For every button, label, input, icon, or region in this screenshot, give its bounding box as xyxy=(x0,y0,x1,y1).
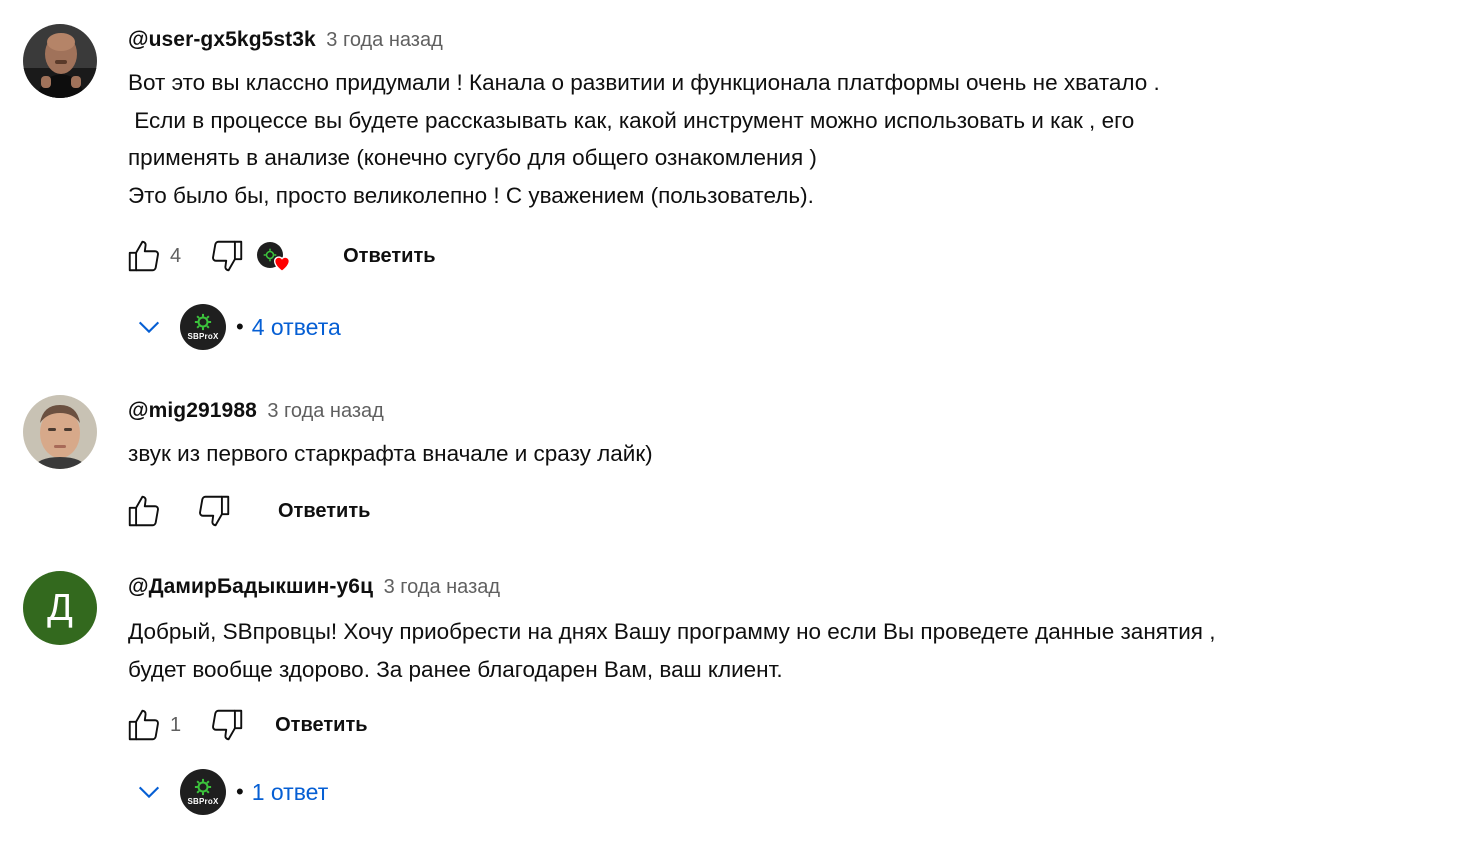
avatar[interactable] xyxy=(23,24,97,98)
comment-thread: Д @ДамирБадыкшин-у6ц 3 года назад Добрый… xyxy=(0,550,1464,844)
creator-avatar: SBProX xyxy=(180,304,226,350)
comment-actions: 1 Ответить xyxy=(124,705,368,745)
comment-author[interactable]: @ДамирБадыкшин-у6ц xyxy=(128,575,373,598)
replies-count[interactable]: 4 ответа xyxy=(252,314,341,341)
replies-count[interactable]: 1 ответ xyxy=(252,779,329,806)
comment-header: @user-gx5kg5st3k 3 года назад xyxy=(128,28,443,52)
view-replies-button[interactable]: SBProX • 1 ответ xyxy=(134,769,328,815)
comment-text-line: Добрый, SBпровцы! Хочу приобрести на дня… xyxy=(128,619,1216,644)
comment-author[interactable]: @user-gx5kg5st3k xyxy=(128,28,316,51)
comment-author[interactable]: @mig291988 xyxy=(128,399,257,422)
creator-avatar: SBProX xyxy=(180,769,226,815)
dislike-icon[interactable] xyxy=(194,491,234,531)
like-count: 1 xyxy=(170,713,182,736)
dislike-icon[interactable] xyxy=(207,236,247,276)
comment-timestamp[interactable]: 3 года назад xyxy=(326,29,442,51)
view-replies-button[interactable]: SBProX • 4 ответа xyxy=(134,304,341,350)
dislike-icon[interactable] xyxy=(207,705,247,745)
comment-text-line: Если в процессе вы будете рассказывать к… xyxy=(128,107,1135,133)
avatar[interactable]: Д xyxy=(23,571,97,645)
separator-dot: • xyxy=(236,779,244,804)
avatar[interactable] xyxy=(23,395,97,469)
comment-timestamp[interactable]: 3 года назад xyxy=(384,576,500,598)
creator-heart-icon xyxy=(257,238,293,274)
comment-text-line: будет вообще здорово. За ранее благодаре… xyxy=(128,656,783,682)
creator-label: SBProX xyxy=(187,797,219,806)
separator-dot: • xyxy=(236,314,244,339)
like-icon[interactable] xyxy=(124,705,164,745)
comment-header: @ДамирБадыкшин-у6ц 3 года назад xyxy=(128,575,500,599)
comment-header: @mig291988 3 года назад xyxy=(128,399,384,423)
comment-actions: 4 Ответить xyxy=(124,236,436,276)
creator-label: SBProX xyxy=(187,332,219,341)
reply-button[interactable]: Ответить xyxy=(275,714,367,737)
comment-text-line: Вот это вы классно придумали ! Канала о … xyxy=(128,70,1160,95)
comment-thread: @user-gx5kg5st3k 3 года назад Вот это вы… xyxy=(0,0,1464,380)
like-count: 4 xyxy=(170,244,182,267)
comment-text-line: Это было бы, просто великолепно ! С уваж… xyxy=(128,182,814,208)
comment-timestamp[interactable]: 3 года назад xyxy=(267,400,383,422)
avatar-letter: Д xyxy=(47,586,73,629)
chevron-down-icon xyxy=(134,777,164,807)
comment-text: звук из первого старкрафта вначале и сра… xyxy=(128,435,1428,473)
chevron-down-icon xyxy=(134,312,164,342)
comment-text: Вот это вы классно придумали ! Канала о … xyxy=(128,64,1428,214)
comment-thread: @mig291988 3 года назад звук из первого … xyxy=(0,380,1464,550)
reply-button[interactable]: Ответить xyxy=(278,500,370,523)
comment-actions: Ответить xyxy=(124,491,370,531)
comment-text-line: применять в анализе (конечно сугубо для … xyxy=(128,145,817,170)
like-icon[interactable] xyxy=(124,236,164,276)
like-icon[interactable] xyxy=(124,491,164,531)
comment-text-line: звук из первого старкрафта вначале и сра… xyxy=(128,441,653,466)
comment-text: Добрый, SBпровцы! Хочу приобрести на дня… xyxy=(128,613,1428,688)
reply-button[interactable]: Ответить xyxy=(343,245,435,268)
